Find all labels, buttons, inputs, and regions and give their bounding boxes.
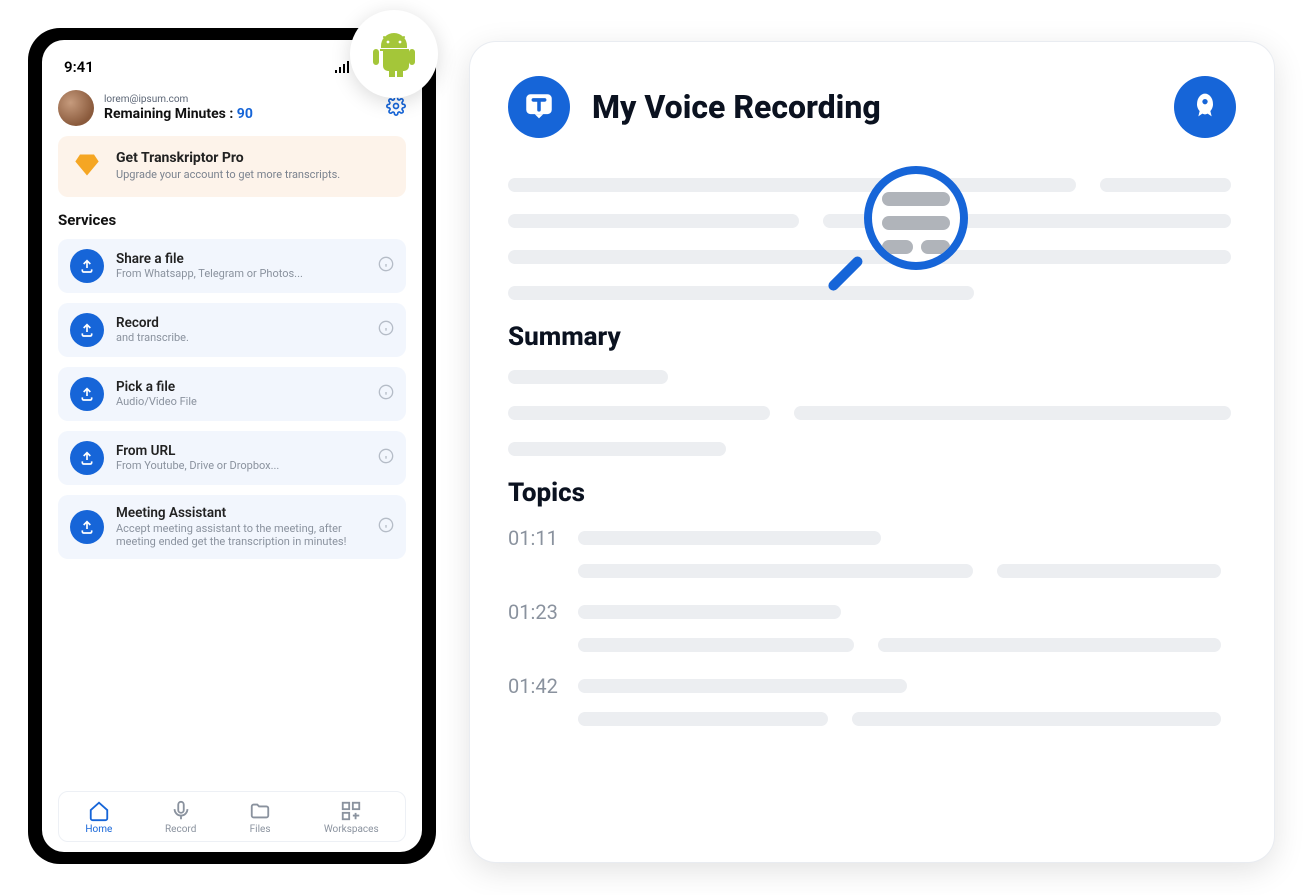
topics-heading: Topics — [508, 478, 1236, 508]
phone-screen: 9:41 lorem@ipsum.com Remaining Minutes :… — [42, 40, 422, 852]
service-subtitle: From Whatsapp, Telegram or Photos... — [116, 267, 366, 281]
upload-icon — [70, 510, 104, 544]
tab-workspaces[interactable]: Workspaces — [324, 800, 379, 835]
panel-title: My Voice Recording — [592, 88, 1152, 126]
topic-time: 01:23 — [508, 600, 562, 624]
app-logo-icon — [508, 76, 570, 138]
recording-panel: My Voice Recording Summary Topics 01:11 … — [470, 42, 1274, 862]
summary-placeholder — [508, 370, 1236, 456]
service-title: From URL — [116, 443, 366, 460]
tab-files[interactable]: Files — [249, 800, 271, 835]
settings-icon[interactable] — [386, 96, 406, 120]
transcript-placeholder — [508, 178, 1236, 300]
phone-frame: 9:41 lorem@ipsum.com Remaining Minutes :… — [28, 28, 436, 864]
android-badge — [350, 10, 438, 98]
topic-row[interactable]: 01:42 — [508, 674, 1236, 698]
service-title: Pick a file — [116, 379, 366, 396]
topic-time: 01:42 — [508, 674, 562, 698]
magnifier-icon — [838, 166, 968, 296]
info-icon[interactable] — [378, 320, 394, 340]
service-pick-file[interactable]: Pick a fileAudio/Video File — [58, 367, 406, 421]
service-subtitle: Audio/Video File — [116, 395, 366, 409]
diamond-icon — [72, 150, 102, 180]
promo-card[interactable]: Get Transkriptor Pro Upgrade your accoun… — [58, 136, 406, 197]
services-heading: Services — [58, 211, 406, 229]
avatar[interactable] — [58, 90, 94, 126]
service-title: Share a file — [116, 251, 366, 268]
info-icon[interactable] — [378, 448, 394, 468]
service-subtitle: Accept meeting assistant to the meeting,… — [116, 522, 366, 550]
topic-row[interactable]: 01:11 — [508, 526, 1236, 550]
topic-time: 01:11 — [508, 526, 562, 550]
promo-subtitle: Upgrade your account to get more transcr… — [116, 168, 340, 183]
service-title: Meeting Assistant — [116, 505, 366, 522]
summary-heading: Summary — [508, 322, 1236, 352]
service-subtitle: and transcribe. — [116, 331, 366, 345]
remaining-minutes: Remaining Minutes : 90 — [104, 106, 376, 122]
upload-icon — [70, 313, 104, 347]
tab-home[interactable]: Home — [85, 800, 112, 835]
info-icon[interactable] — [378, 517, 394, 537]
upload-icon — [70, 377, 104, 411]
service-meeting-assistant[interactable]: Meeting AssistantAccept meeting assistan… — [58, 495, 406, 559]
signal-icon — [334, 61, 352, 73]
info-icon[interactable] — [378, 256, 394, 276]
info-icon[interactable] — [378, 384, 394, 404]
topic-row[interactable]: 01:23 — [508, 600, 1236, 624]
upload-icon — [70, 441, 104, 475]
tab-bar: Home Record Files Workspaces — [58, 791, 406, 842]
promo-title: Get Transkriptor Pro — [116, 150, 340, 166]
profile-row: lorem@ipsum.com Remaining Minutes : 90 — [58, 86, 406, 136]
service-from-url[interactable]: From URLFrom Youtube, Drive or Dropbox..… — [58, 431, 406, 485]
rocket-button[interactable] — [1174, 76, 1236, 138]
service-share-file[interactable]: Share a fileFrom Whatsapp, Telegram or P… — [58, 239, 406, 293]
service-record[interactable]: Recordand transcribe. — [58, 303, 406, 357]
upload-icon — [70, 249, 104, 283]
service-subtitle: From Youtube, Drive or Dropbox... — [116, 459, 366, 473]
service-title: Record — [116, 315, 366, 332]
tab-record[interactable]: Record — [165, 800, 196, 835]
user-email: lorem@ipsum.com — [104, 94, 376, 106]
status-time: 9:41 — [64, 58, 94, 76]
android-icon — [370, 30, 418, 78]
